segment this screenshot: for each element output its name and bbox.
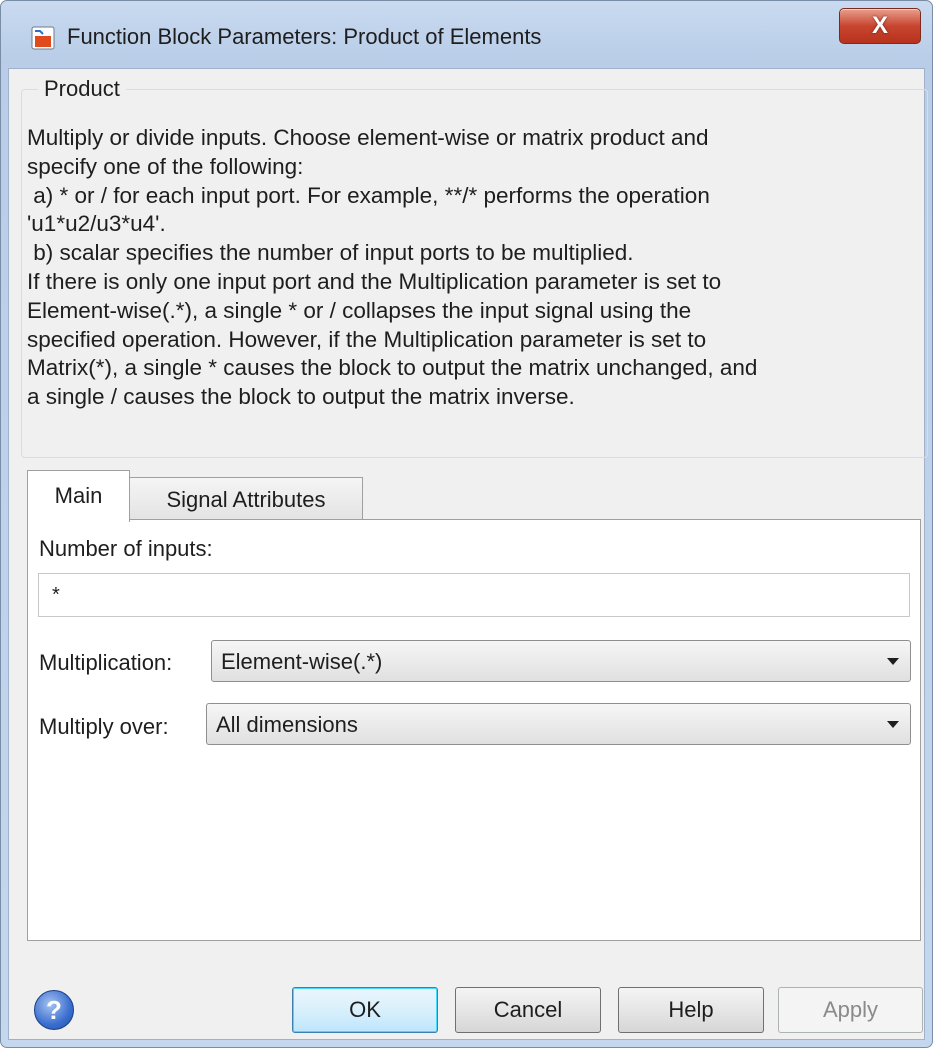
simulink-block-icon — [31, 26, 55, 50]
window-title: Function Block Parameters: Product of El… — [67, 24, 542, 49]
apply-button[interactable]: Apply — [778, 987, 923, 1033]
number-of-inputs-value: * — [52, 584, 60, 606]
description-line: a) * or / for each input port. For examp… — [27, 182, 710, 208]
close-button[interactable]: X — [839, 8, 921, 44]
description-line: 'u1*u2/u3*u4'. — [27, 211, 166, 237]
tab-signal-attributes[interactable]: Signal Attributes — [129, 477, 363, 520]
number-of-inputs-field[interactable]: * — [38, 573, 910, 617]
groupbox-legend: Product — [38, 76, 126, 102]
number-of-inputs-label: Number of inputs: — [39, 536, 213, 561]
question-circle-icon[interactable]: ? — [34, 990, 74, 1030]
description-line: a single / causes the block to output th… — [27, 384, 575, 410]
chevron-down-icon — [887, 658, 899, 665]
close-icon: X — [871, 12, 888, 39]
description-line: Element-wise(.*), a single * or / collap… — [27, 297, 692, 323]
description-line: specified operation. However, if the Mul… — [27, 326, 707, 352]
cancel-button[interactable]: Cancel — [455, 987, 601, 1033]
description-line: b) scalar specifies the number of input … — [27, 240, 634, 266]
multiplication-label: Multiplication: — [39, 650, 173, 675]
description-line: If there is only one input port and the … — [27, 268, 722, 294]
description-line: Matrix(*), a single * causes the block t… — [27, 355, 758, 381]
multiply-over-value: All dimensions — [216, 712, 358, 737]
multiplication-dropdown[interactable]: Element-wise(.*) — [211, 640, 911, 682]
multiply-over-label: Multiply over: — [39, 714, 169, 739]
chevron-down-icon — [887, 721, 899, 728]
tab-main[interactable]: Main — [27, 470, 130, 522]
multiply-over-dropdown[interactable]: All dimensions — [206, 703, 911, 745]
ok-button[interactable]: OK — [292, 987, 438, 1033]
multiplication-value: Element-wise(.*) — [221, 649, 383, 674]
help-button[interactable]: Help — [618, 987, 764, 1033]
description-line: specify one of the following: — [27, 153, 304, 179]
title-bar[interactable]: Function Block Parameters: Product of El… — [1, 1, 932, 69]
block-description: Multiply or divide inputs. Choose elemen… — [27, 124, 917, 412]
description-line: Multiply or divide inputs. Choose elemen… — [27, 125, 709, 150]
